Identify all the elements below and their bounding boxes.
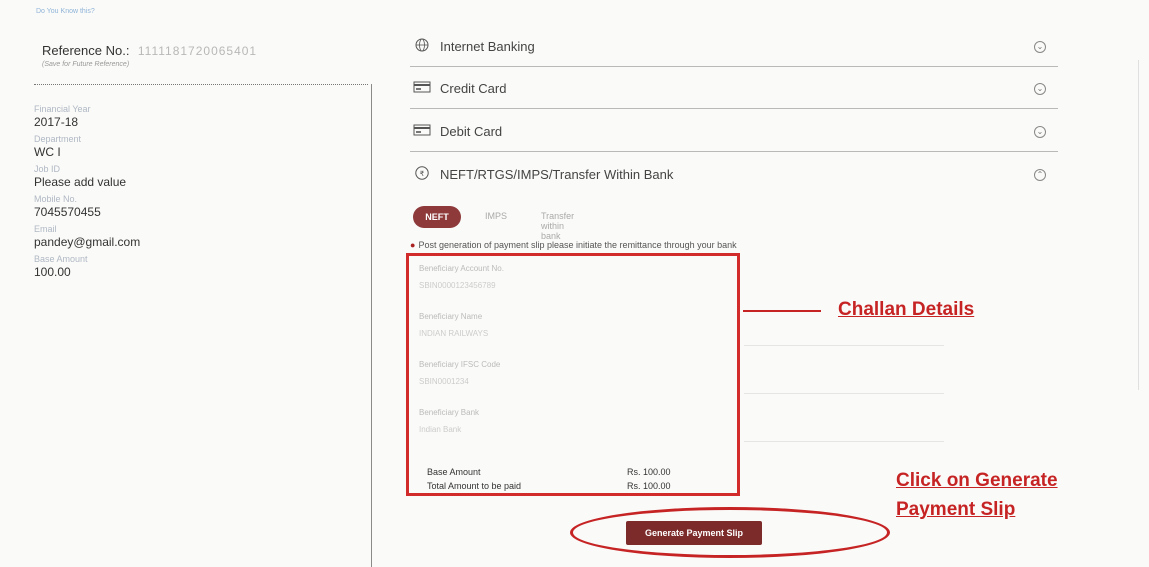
bank-transfer-icon: ₹ [415, 166, 429, 180]
debit-card-icon [413, 124, 431, 136]
click-annotation-line1: Click on Generate [896, 470, 1058, 491]
challan-field-value: SBIN0000123456789 [419, 281, 496, 290]
chevron-up-icon[interactable]: ⌃ [1034, 169, 1046, 181]
detail-label: Job ID [34, 164, 61, 174]
detail-value: 100.00 [34, 265, 71, 279]
reference-block: Reference No.: 1111181720065401 (Save fo… [42, 42, 257, 68]
challan-details-box: Beneficiary Account No. SBIN000012345678… [406, 253, 740, 496]
info-message: ● Post generation of payment slip please … [410, 240, 737, 250]
accordion-debit-card[interactable]: Debit Card ⌄ [410, 111, 1058, 152]
reference-label: Reference No.: [42, 43, 130, 58]
detail-department: Department WC I [34, 134, 354, 160]
chevron-down-icon[interactable]: ⌄ [1034, 41, 1046, 53]
base-amount-label: Base Amount [427, 467, 481, 477]
challan-field-label: Beneficiary Bank [419, 408, 480, 417]
svg-text:₹: ₹ [420, 170, 425, 178]
accordion-title: Credit Card [440, 81, 507, 96]
challan-field-value: Indian Bank [419, 425, 462, 434]
globe-icon [415, 38, 429, 52]
tab-imps[interactable]: IMPS [485, 211, 507, 221]
challan-field-value: SBIN0001234 [419, 377, 469, 386]
callout-line [743, 310, 821, 312]
tab-neft[interactable]: NEFT [413, 206, 461, 228]
chevron-down-icon[interactable]: ⌄ [1034, 83, 1046, 95]
detail-value: 2017-18 [34, 115, 79, 129]
divider [1138, 60, 1139, 390]
detail-financial-year: Financial Year 2017-18 [34, 104, 354, 130]
accordion-credit-card[interactable]: Credit Card ⌄ [410, 68, 1058, 109]
divider [744, 393, 944, 394]
info-icon: ● [410, 240, 416, 250]
detail-label: Mobile No. [34, 194, 78, 204]
summary-panel: Reference No.: 1111181720065401 (Save fo… [0, 0, 372, 567]
detail-base-amount: Base Amount 100.00 [34, 254, 354, 280]
detail-value: 7045570455 [34, 205, 101, 219]
chevron-down-icon[interactable]: ⌄ [1034, 126, 1046, 138]
panel-divider [371, 84, 372, 567]
challan-field: Beneficiary IFSC Code SBIN0001234 [419, 360, 719, 386]
divider [34, 84, 368, 85]
detail-value: Please add value [34, 175, 127, 189]
accordion-internet-banking[interactable]: Internet Banking ⌄ [410, 26, 1058, 67]
accordion-title: Debit Card [440, 124, 503, 139]
challan-field: Beneficiary Account No. SBIN000012345678… [419, 264, 719, 290]
total-amount-label: Total Amount to be paid [427, 481, 522, 491]
detail-job-id: Job ID Please add value [34, 164, 354, 190]
accordion-neft[interactable]: ₹ NEFT/RTGS/IMPS/Transfer Within Bank ⌃ [410, 154, 1058, 194]
credit-card-icon [413, 81, 431, 93]
detail-label: Base Amount [34, 254, 88, 264]
tab-transfer-within-bank[interactable]: Transfer within bank [541, 211, 574, 241]
challan-field-label: Beneficiary Name [419, 312, 483, 321]
info-text: Post generation of payment slip please i… [418, 240, 737, 250]
detail-mobile: Mobile No. 7045570455 [34, 194, 354, 220]
reference-value: 1111181720065401 [137, 44, 258, 58]
total-amount-value: Rs. 100.00 [627, 481, 671, 491]
click-annotation-line2: Payment Slip [896, 499, 1016, 520]
accordion-title: NEFT/RTGS/IMPS/Transfer Within Bank [440, 167, 674, 182]
challan-field: Beneficiary Name INDIAN RAILWAYS [419, 312, 719, 338]
detail-label: Email [34, 224, 57, 234]
base-amount-value: Rs. 100.00 [627, 467, 671, 477]
detail-value: WC I [34, 145, 61, 159]
divider [744, 441, 944, 442]
detail-label: Financial Year [34, 104, 91, 114]
challan-details-annotation: Challan Details [838, 299, 975, 320]
challan-field-value: INDIAN RAILWAYS [419, 329, 489, 338]
detail-value: pandey@gmail.com [34, 235, 141, 249]
detail-list: Financial Year 2017-18 Department WC I J… [34, 104, 354, 284]
reference-note: (Save for Future Reference) [42, 61, 130, 68]
detail-email: Email pandey@gmail.com [34, 224, 354, 250]
accordion-title: Internet Banking [440, 39, 535, 54]
divider [744, 345, 944, 346]
detail-label: Department [34, 134, 82, 144]
challan-field-label: Beneficiary Account No. [419, 264, 504, 273]
highlight-ellipse [570, 507, 890, 558]
challan-field-label: Beneficiary IFSC Code [419, 360, 501, 369]
challan-field: Beneficiary Bank Indian Bank [419, 408, 719, 434]
